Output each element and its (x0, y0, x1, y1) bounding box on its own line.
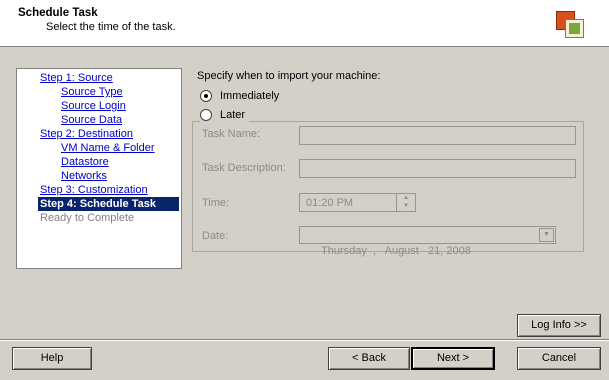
cancel-button[interactable]: Cancel (517, 347, 601, 370)
nav-datastore[interactable]: Datastore (17, 155, 181, 169)
date-picker[interactable]: Thursday , August 21, 2008 ▼ (299, 226, 556, 257)
later-options-group: Task Name: Task Description: Time: 01:20… (192, 121, 584, 257)
nav-vm-name-folder[interactable]: VM Name & Folder (17, 141, 181, 155)
task-name-label: Task Name: (202, 128, 261, 140)
later-label: Later (220, 109, 246, 121)
page-subtitle: Select the time of the task. (46, 21, 176, 33)
spin-up-icon[interactable]: ▲ (397, 194, 415, 202)
date-label: Date: (202, 230, 229, 242)
wizard-header: Schedule Task Select the time of the tas… (0, 0, 609, 47)
task-name-field[interactable] (299, 126, 576, 145)
later-radio[interactable] (200, 109, 212, 122)
nav-step-4-schedule-task[interactable]: Step 4: Schedule Task (38, 197, 179, 211)
time-label: Time: (202, 197, 230, 209)
immediately-radio[interactable] (200, 90, 212, 103)
time-picker[interactable]: 01:20 PM ▲ ▼ (299, 193, 416, 212)
nav-step-1-source[interactable]: Step 1: Source (17, 71, 181, 85)
date-value: Thursday , August 21, 2008 (321, 245, 471, 257)
immediately-radio-row[interactable]: Immediately (200, 89, 279, 103)
log-info-button[interactable]: Log Info >> (517, 314, 601, 337)
nav-ready-to-complete: Ready to Complete (40, 212, 135, 224)
task-description-label: Task Description: (202, 162, 286, 174)
import-time-prompt: Specify when to import your machine: (197, 70, 381, 82)
nav-source-login[interactable]: Source Login (17, 99, 181, 113)
later-radio-row[interactable]: Later (200, 108, 250, 122)
nav-step-3-customization[interactable]: Step 3: Customization (17, 183, 181, 197)
footer-divider (0, 339, 609, 341)
nav-step-2-destination[interactable]: Step 2: Destination (17, 127, 181, 141)
next-button[interactable]: Next > (411, 347, 495, 370)
immediately-label: Immediately (220, 90, 280, 102)
back-button[interactable]: < Back (328, 347, 410, 370)
nav-source-type[interactable]: Source Type (17, 85, 181, 99)
page-title: Schedule Task (18, 7, 98, 19)
nav-networks[interactable]: Networks (17, 169, 181, 183)
chevron-down-icon[interactable]: ▼ (539, 228, 554, 242)
wizard-steps-panel: Step 1: Source Source Type Source Login … (16, 68, 182, 269)
time-spinner[interactable]: ▲ ▼ (396, 194, 415, 212)
nav-source-data[interactable]: Source Data (17, 113, 181, 127)
task-description-field[interactable] (299, 159, 576, 178)
help-button[interactable]: Help (12, 347, 92, 370)
vmware-logo-icon (556, 11, 586, 38)
time-value: 01:20 PM (306, 197, 354, 209)
spin-down-icon[interactable]: ▼ (397, 202, 415, 210)
